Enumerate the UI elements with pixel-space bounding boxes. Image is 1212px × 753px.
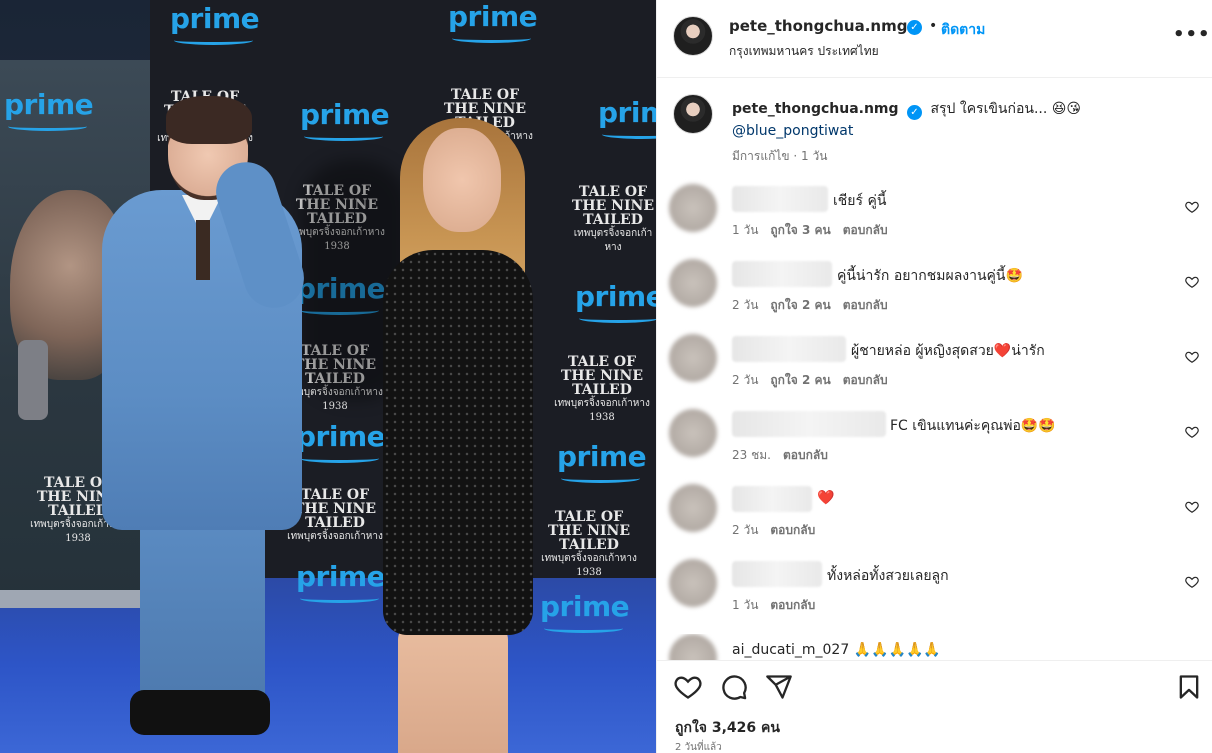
comment-likes[interactable]: ถูกใจ 2 คน (770, 373, 830, 387)
comment-likes[interactable]: ถูกใจ 2 คน (770, 298, 830, 312)
heart-icon[interactable] (1185, 350, 1199, 364)
comment-text: FC เขินแทนค่ะคุณพ่อ🤩🤩 (890, 418, 1056, 434)
commenter-name-blurred[interactable] (732, 261, 832, 287)
comment-text: ❤️ (817, 490, 835, 506)
comment-item: FC เขินแทนค่ะคุณพ่อ🤩🤩 23 ชม. ตอบกลับ (657, 409, 1212, 484)
commenter-name-blurred[interactable] (732, 486, 812, 512)
more-options-icon[interactable]: ••• (1173, 24, 1211, 45)
comment-item: ผู้ชายหล่อ ผู้หญิงสุดสวย❤️น่ารัก 2 วัน ถู… (657, 334, 1212, 409)
prime-logo: prime (557, 440, 647, 483)
heart-icon[interactable] (1185, 500, 1199, 514)
prime-logo: prime (598, 96, 656, 139)
avatar[interactable] (673, 16, 713, 56)
banner-stand (0, 590, 150, 608)
post-time[interactable]: 2 วันที่แล้ว (675, 740, 722, 753)
prime-logo: prime (300, 98, 390, 141)
caption-avatar[interactable] (673, 94, 713, 134)
commenter-name-blurred[interactable] (732, 411, 886, 437)
comment-text: เชียร์ คู่นี้ (833, 193, 887, 209)
show-title: TALE OF THE NINE TAILED เทพบุตรจิ้งจอกเก… (554, 354, 650, 423)
comment-icon[interactable] (720, 673, 748, 701)
comment-text: คู่นี้น่ารัก อยากชมผลงานคู่นี้🤩 (837, 268, 1023, 284)
prime-logo: prime (575, 280, 656, 323)
comment-item: ai_ducati_m_027 🙏🙏🙏🙏🙏 (657, 634, 1212, 660)
reply-button[interactable]: ตอบกลับ (783, 448, 828, 462)
heart-icon[interactable] (674, 673, 702, 701)
comment-item: ❤️ 2 วัน ตอบกลับ (657, 484, 1212, 559)
reply-button[interactable]: ตอบกลับ (770, 598, 815, 612)
comment-meta: 2 วัน ถูกใจ 2 คน ตอบกลับ (732, 298, 888, 312)
comment-meta: 1 วัน ตอบกลับ (732, 598, 816, 612)
avatar[interactable] (669, 559, 717, 607)
comment-item: คู่นี้น่ารัก อยากชมผลงานคู่นี้🤩 2 วัน ถูก… (657, 259, 1212, 334)
caption-username[interactable]: pete_thongchua.nmg (732, 101, 899, 117)
heart-icon[interactable] (1185, 425, 1199, 439)
heart-icon[interactable] (1185, 200, 1199, 214)
show-title: TALE OF THE NINE TAILED เทพบุตรจิ้งจอกเก… (541, 509, 637, 578)
man-figure-legs (140, 500, 265, 710)
avatar[interactable] (669, 409, 717, 457)
comment-meta: 23 ชม. ตอบกลับ (732, 448, 828, 462)
prime-logo: prime (170, 2, 260, 45)
follow-button[interactable]: ติดตาม (941, 19, 985, 41)
avatar[interactable] (669, 334, 717, 382)
comment-text: ทั้งหล่อทั้งสวยเลยลูก (827, 568, 949, 584)
commenter-name-blurred[interactable] (732, 186, 828, 212)
post-actions: ถูกใจ 3,426 คน 2 วันที่แล้ว (657, 660, 1212, 753)
comment-text: ผู้ชายหล่อ ผู้หญิงสุดสวย❤️น่ารัก (851, 343, 1045, 359)
caption-mention[interactable]: @blue_pongtiwat (732, 123, 853, 139)
like-count[interactable]: ถูกใจ 3,426 คน (675, 717, 780, 739)
post-username[interactable]: pete_thongchua.nmg (729, 17, 907, 35)
avatar[interactable] (669, 259, 717, 307)
prime-logo: prime (4, 88, 94, 131)
caption-meta: มีการแก้ไข · 1 วัน (732, 149, 828, 163)
comment-meta: 2 วัน ตอบกลับ (732, 523, 816, 537)
reply-button[interactable]: ตอบกลับ (843, 373, 888, 387)
post-sidebar: pete_thongchua.nmg ✓ • ติดตาม กรุงเทพมหา… (656, 0, 1212, 753)
prime-logo: prime (540, 590, 630, 633)
prime-logo: prime (296, 560, 386, 603)
prime-logo: prime (448, 0, 538, 43)
save-icon[interactable] (1175, 673, 1203, 701)
post-location[interactable]: กรุงเทพมหานคร ประเทศไทย (729, 42, 879, 61)
prime-logo: prime (296, 420, 386, 463)
caption-body: สรุป ใครเขินก่อน... 😆😘 (930, 101, 1081, 117)
comment-item: ทั้งหล่อทั้งสวยเลยลูก 1 วัน ตอบกลับ (657, 559, 1212, 634)
post-photo[interactable]: prime prime prime prime prime prime prim… (0, 0, 656, 753)
separator: • (929, 18, 938, 34)
heart-icon[interactable] (1185, 575, 1199, 589)
avatar[interactable] (669, 184, 717, 232)
avatar[interactable] (669, 634, 717, 660)
comment-meta: 2 วัน ถูกใจ 2 คน ตอบกลับ (732, 373, 888, 387)
reply-button[interactable]: ตอบกลับ (770, 523, 815, 537)
comment-text: ai_ducati_m_027 🙏🙏🙏🙏🙏 (732, 642, 941, 658)
comment-likes[interactable]: ถูกใจ 3 คน (770, 223, 830, 237)
show-title: TALE OF THE NINE TAILED เทพบุตรจิ้งจอกเก… (571, 184, 654, 253)
share-icon[interactable] (765, 673, 793, 701)
comment-item: เชียร์ คู่นี้ 1 วัน ถูกใจ 3 คน ตอบกลับ (657, 184, 1212, 259)
comment-meta: 1 วัน ถูกใจ 3 คน ตอบกลับ (732, 223, 888, 237)
verified-icon: ✓ (907, 20, 922, 35)
woman-figure (383, 250, 533, 635)
reply-button[interactable]: ตอบกลับ (843, 223, 888, 237)
reply-button[interactable]: ตอบกลับ (843, 298, 888, 312)
heart-icon[interactable] (1185, 275, 1199, 289)
verified-icon: ✓ (907, 105, 922, 120)
avatar[interactable] (669, 484, 717, 532)
post-header: pete_thongchua.nmg ✓ • ติดตาม กรุงเทพมหา… (657, 0, 1212, 78)
post-caption: pete_thongchua.nmg ✓ สรุป ใครเขินก่อน...… (732, 98, 1192, 142)
commenter-name-blurred[interactable] (732, 561, 822, 587)
commenter-name-blurred[interactable] (732, 336, 846, 362)
